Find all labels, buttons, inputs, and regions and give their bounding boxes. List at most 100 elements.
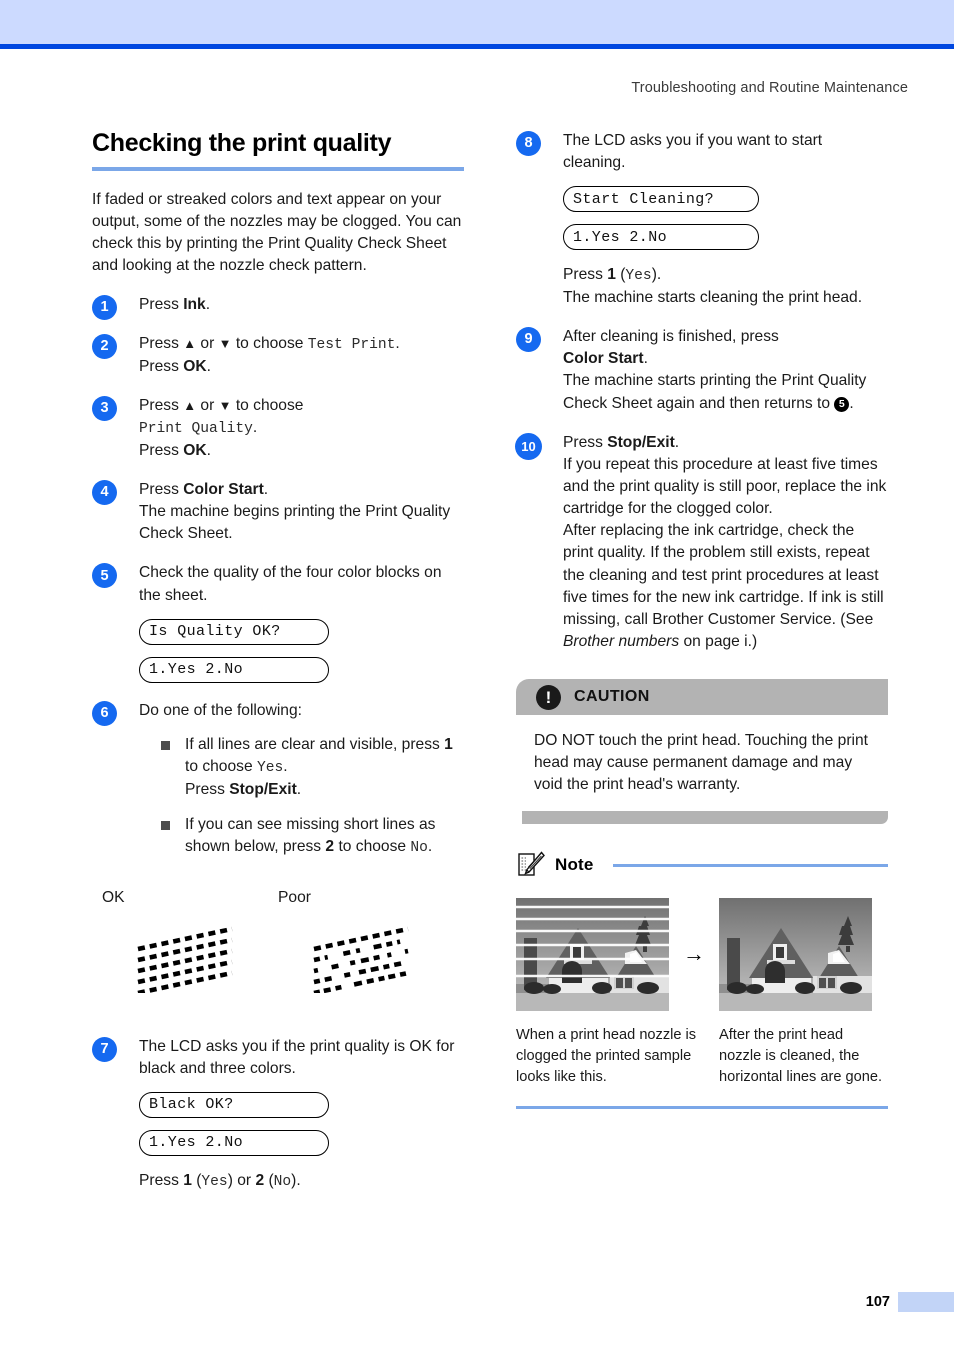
page-edge-tab	[898, 1292, 954, 1312]
step-7-press-line: Press 1 (Yes) or 2 (No).	[139, 1170, 464, 1193]
running-head: Troubleshooting and Routine Maintenance	[631, 80, 908, 96]
s10-a: Press	[563, 433, 608, 451]
arrow-icon: →	[683, 941, 705, 967]
lcd-display-yes-no: 1.Yes 2.No	[563, 224, 759, 251]
key-ok: OK	[183, 357, 207, 375]
s8-c: (	[615, 266, 626, 284]
step-4-desc: The machine begins printing the Print Qu…	[139, 503, 451, 543]
s9-desc: The machine starts printing the Print Qu…	[563, 372, 867, 412]
step-text: Press ▲ or ▼ to choose Test Print. Press…	[139, 333, 464, 378]
bullet-1-e: Press	[185, 780, 230, 798]
caution-footer-bar	[522, 810, 888, 824]
note-bottom-rule	[516, 1106, 888, 1109]
step-2-choose: to choose	[231, 335, 308, 353]
s9-b: .	[849, 394, 854, 412]
note-caption-right: After the print head nozzle is cleaned, …	[719, 1026, 883, 1085]
bullet-2-d: .	[427, 838, 433, 856]
intro-paragraph: If faded or streaked colors and text app…	[92, 190, 462, 274]
bullet-1-a: If all lines are clear and visible, pres…	[185, 735, 445, 753]
bullet-1-g: .	[296, 780, 302, 798]
s10-b: on page i.)	[679, 632, 758, 650]
bullet-item: If all lines are clear and visible, pres…	[161, 734, 464, 801]
step-6-bullets: If all lines are clear and visible, pres…	[139, 734, 464, 859]
s8-d: ).	[651, 266, 662, 284]
title-underline	[92, 166, 464, 171]
step-9: 9 After cleaning is finished, press Colo…	[516, 326, 888, 415]
bullet-1-c: to choose	[185, 758, 257, 776]
step-number-badge: 2	[92, 334, 117, 360]
caution-box: ! CAUTION DO NOT touch the print head. T…	[516, 679, 888, 824]
note-captions: When a print head nozzle is clogged the …	[516, 1025, 888, 1088]
step-7-desc: The LCD asks you if the print quality is…	[139, 1037, 455, 1077]
key-color-start: Color Start	[183, 481, 264, 499]
step-4-press: Press	[139, 481, 184, 499]
step-2-press: Press	[139, 335, 184, 353]
step-2: 2 Press ▲ or ▼ to choose Test Print. Pre…	[92, 333, 464, 378]
right-column: 8 The LCD asks you if you want to start …	[515, 130, 888, 1109]
menu-yes: Yes	[625, 268, 652, 285]
key-ok: OK	[183, 441, 207, 459]
key-1: 1	[444, 735, 453, 753]
lcd-display-black-ok: Black OK?	[139, 1092, 329, 1119]
note-header: Note	[516, 850, 888, 880]
step-1: 1 Press Ink.	[92, 294, 464, 321]
s7-d: ) or	[227, 1172, 256, 1190]
bullet-1-d: .	[283, 758, 288, 776]
up-arrow-icon: ▲	[183, 336, 197, 352]
caution-body: DO NOT touch the print head. Touching th…	[534, 732, 869, 794]
photo-clogged-sample	[516, 897, 669, 1011]
notepad-pencil-icon	[518, 850, 545, 876]
step-text: Press Color Start. The machine begins pr…	[139, 479, 464, 545]
page-number: 107	[865, 1294, 890, 1310]
step-2-press2: Press	[139, 357, 184, 375]
key-2: 2	[255, 1172, 265, 1190]
header-rule	[0, 44, 954, 49]
step-text: Press Ink.	[139, 294, 464, 316]
step-4-dot: .	[263, 481, 269, 499]
step-8-press-line: Press 1 (Yes). The machine starts cleani…	[563, 264, 888, 309]
step-8-desc: The LCD asks you if you want to start cl…	[563, 132, 823, 172]
note-header-rule	[612, 864, 888, 868]
step-3: 3 Press ▲ or ▼ to choose Print Quality. …	[92, 395, 464, 462]
step-3-press: Press	[139, 397, 184, 415]
s10-para1: If you repeat this procedure at least fi…	[563, 455, 887, 518]
step-number-badge: 7	[92, 1036, 117, 1062]
menu-test-print: Test Print	[307, 337, 396, 354]
nozzle-pattern-figure: OK Poor	[92, 889, 464, 1019]
step-text: The LCD asks you if you want to start cl…	[563, 130, 888, 309]
photo-cleaned-sample	[719, 897, 872, 1011]
key-1: 1	[607, 266, 616, 284]
key-stop-exit: Stop/Exit	[229, 780, 297, 798]
key-2: 2	[325, 838, 335, 856]
lcd-display-start-cleaning: Start Cleaning?	[563, 186, 759, 213]
left-column: Checking the print quality If faded or s…	[92, 129, 464, 1193]
caution-title: CAUTION	[574, 688, 650, 706]
step-number-badge: 5	[92, 563, 117, 589]
down-arrow-icon: ▼	[218, 336, 232, 352]
up-arrow-icon: ▲	[183, 398, 197, 414]
menu-no: No	[273, 1174, 292, 1191]
step-1-pre: Press	[139, 296, 184, 314]
s10-para2: After replacing the ink cartridge, check…	[563, 522, 884, 628]
s10-c: .	[674, 433, 680, 451]
step-6: 6 Do one of the following: If all lines …	[92, 700, 464, 859]
step-number-badge: 8	[516, 131, 541, 156]
step-number-badge: 3	[92, 396, 117, 422]
step-2-dot2: .	[206, 357, 211, 375]
caution-header: ! CAUTION	[516, 679, 888, 716]
step-8: 8 The LCD asks you if you want to start …	[516, 130, 888, 309]
step-text: Press ▲ or ▼ to choose Print Quality. Pr…	[139, 395, 464, 462]
step-5-desc: Check the quality of the four color bloc…	[139, 564, 442, 604]
step-10: 10 Press Stop/Exit. If you repeat this p…	[515, 432, 888, 653]
step-number-badge: 4	[92, 480, 117, 506]
step-1-post: .	[205, 296, 211, 314]
step-text: Check the quality of the four color bloc…	[139, 562, 464, 683]
step-text: Do one of the following: If all lines ar…	[139, 700, 464, 859]
step-3-or: or	[196, 397, 219, 415]
note-title: Note	[555, 854, 594, 874]
exclamation-icon: !	[536, 684, 561, 710]
nozzle-pattern-poor-image	[313, 926, 409, 993]
note-caption-left: When a print head nozzle is clogged the …	[516, 1026, 697, 1085]
step-4: 4 Press Color Start. The machine begins …	[92, 479, 464, 545]
s9-a: After cleaning is finished, press	[563, 328, 779, 346]
